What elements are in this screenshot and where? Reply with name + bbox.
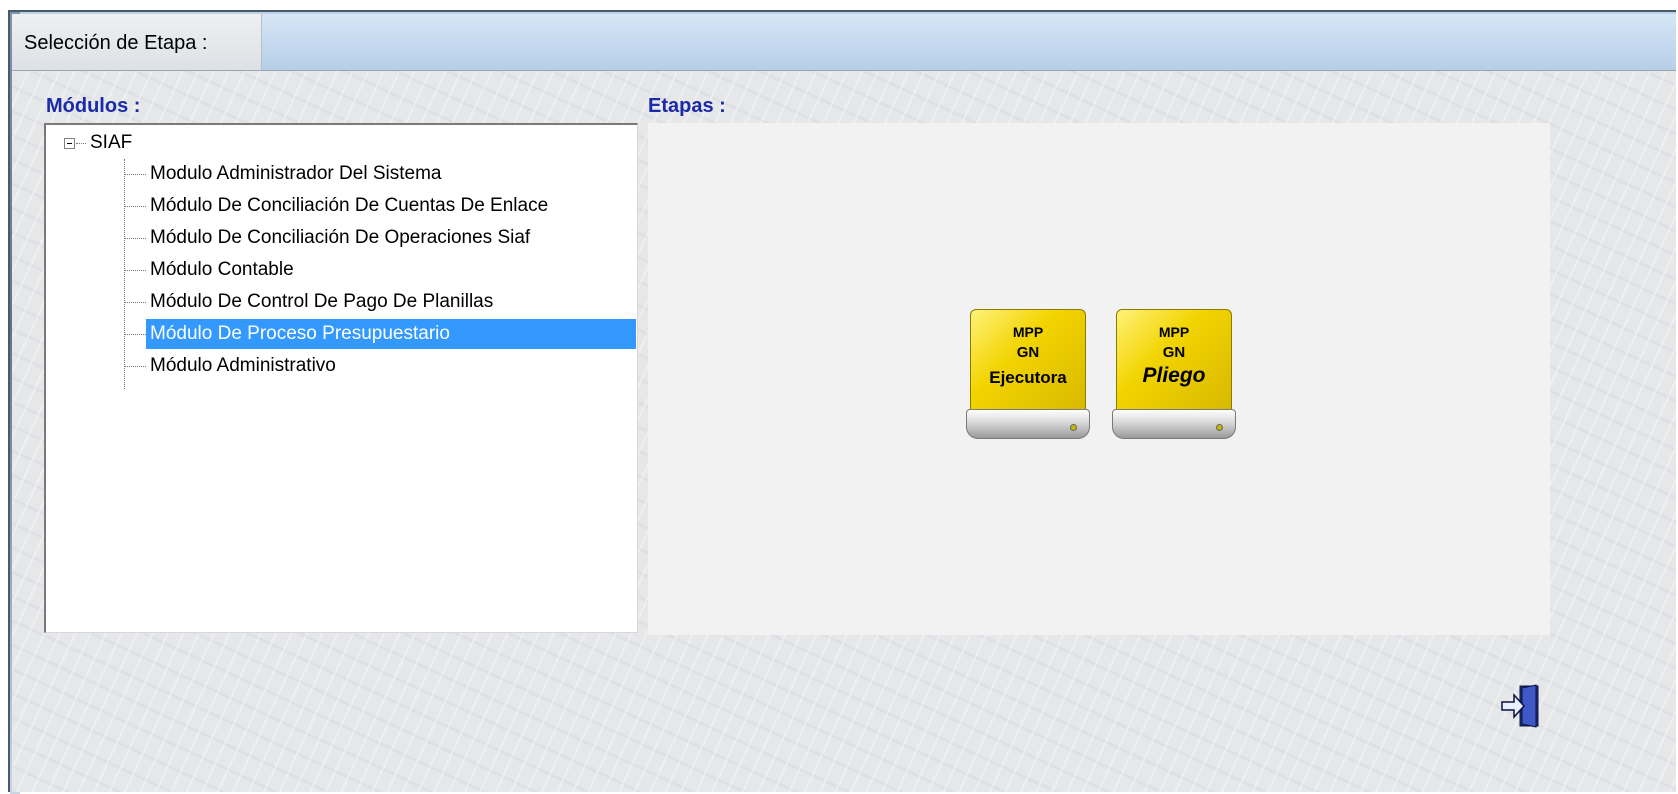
screen: Selección de Etapa : Módulos : Etapas : …: [0, 0, 1678, 794]
stages-panel: MPP GN Ejecutora MPP GN Pliego: [648, 123, 1550, 635]
tree-item-label: Módulo Contable: [150, 259, 294, 280]
stage-button-line3: Pliego: [1142, 364, 1206, 387]
tree-root-siaf[interactable]: SIAF: [64, 131, 132, 155]
stage-button-line1: MPP: [1012, 324, 1044, 340]
tree-item-label: Módulo De Control De Pago De Planillas: [150, 291, 494, 312]
title-tab: Selección de Etapa :: [12, 14, 262, 70]
tree-item-label: Módulo De Conciliación De Cuentas De Enl…: [150, 195, 549, 216]
tree-connector-line: [124, 301, 146, 303]
tree-item-label: Modulo Administrador Del Sistema: [150, 163, 442, 184]
stage-button-line3: Ejecutora: [989, 368, 1067, 387]
stage-button-line2: GN: [1016, 344, 1040, 361]
tree-item-proceso-presupuestario[interactable]: Módulo De Proceso Presupuestario: [124, 319, 636, 349]
exit-door-icon: [1501, 684, 1539, 728]
modules-tree[interactable]: SIAF Modulo Administrador Del Sistema Mó…: [44, 123, 638, 633]
exit-button[interactable]: [1500, 683, 1542, 729]
collapse-minus-icon[interactable]: [64, 137, 75, 149]
title-bar: Selección de Etapa :: [12, 14, 1676, 70]
tree-connector-line: [124, 237, 146, 239]
drive-led-icon: [1070, 424, 1077, 431]
drive-base-icon: [1112, 409, 1236, 439]
stage-button-line1: MPP: [1158, 324, 1190, 340]
window-title: Selección de Etapa :: [24, 32, 208, 54]
stages-label: Etapas :: [648, 95, 726, 117]
tree-item-conciliacion-operaciones-siaf[interactable]: Módulo De Conciliación De Operaciones Si…: [124, 223, 636, 253]
tree-connector-line: [124, 333, 146, 335]
stage-button-pliego[interactable]: MPP GN Pliego: [1112, 309, 1236, 441]
tree-connector-line: [76, 142, 86, 144]
drive-led-icon: [1216, 424, 1223, 431]
tree-item-label: Módulo Administrativo: [150, 355, 336, 376]
tree-connector-line: [124, 173, 146, 175]
stage-selection-window: Selección de Etapa : Módulos : Etapas : …: [8, 10, 1676, 794]
modules-label: Módulos :: [46, 95, 141, 117]
tree-item-conciliacion-cuentas-enlace[interactable]: Módulo De Conciliación De Cuentas De Enl…: [124, 191, 636, 221]
tree-item-administrador-sistema[interactable]: Modulo Administrador Del Sistema: [124, 159, 636, 189]
tree-connector-line: [124, 205, 146, 207]
tree-item-control-pago-planillas[interactable]: Módulo De Control De Pago De Planillas: [124, 287, 636, 317]
stage-button-face: MPP GN Ejecutora: [970, 309, 1086, 413]
tree-item-label: Módulo De Conciliación De Operaciones Si…: [150, 227, 531, 248]
tree-connector-line: [124, 365, 146, 367]
stage-button-line2: GN: [1162, 344, 1186, 361]
tree-connector-line: [124, 269, 146, 271]
tree-item-contable[interactable]: Módulo Contable: [124, 255, 636, 285]
tree-item-administrativo[interactable]: Módulo Administrativo: [124, 351, 636, 381]
tree-item-label-selected: Módulo De Proceso Presupuestario: [146, 319, 636, 349]
body-panel: Módulos : Etapas : SIAF Modulo Administr…: [12, 70, 1676, 792]
stage-button-ejecutora[interactable]: MPP GN Ejecutora: [966, 309, 1090, 441]
tree-root-label: SIAF: [90, 132, 133, 153]
drive-base-icon: [966, 409, 1090, 439]
stage-button-face: MPP GN Pliego: [1116, 309, 1232, 413]
